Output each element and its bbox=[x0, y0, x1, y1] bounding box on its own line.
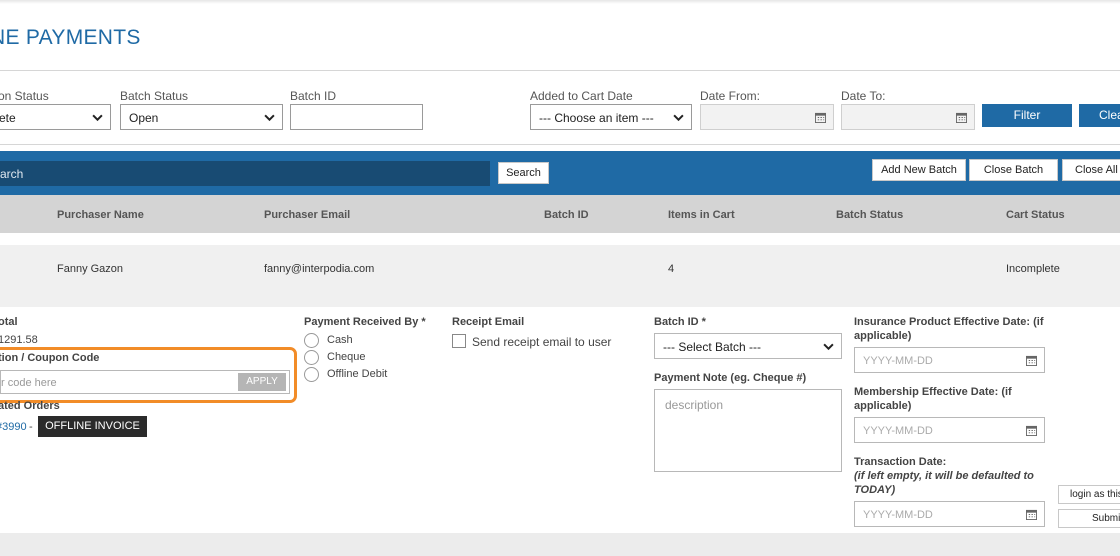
search-input[interactable]: arch bbox=[0, 161, 490, 186]
cell-cart-status: Incomplete bbox=[1006, 263, 1060, 275]
top-shadow bbox=[0, 0, 1120, 4]
option-status-label: on Status bbox=[0, 89, 49, 103]
added-to-cart-date-label: Added to Cart Date bbox=[530, 89, 633, 103]
cell-purchaser-email: fanny@interpodia.com bbox=[264, 263, 375, 275]
column-header-purchaser-name[interactable]: Purchaser Name bbox=[57, 209, 144, 221]
chevron-down-icon bbox=[823, 343, 834, 351]
send-receipt-checkbox[interactable] bbox=[452, 334, 466, 348]
cell-purchaser-name: Fanny Gazon bbox=[57, 263, 124, 275]
transaction-date-label: Transaction Date: bbox=[854, 456, 947, 468]
coupon-code-label: tion / Coupon Code bbox=[0, 352, 100, 364]
total-label: otal bbox=[0, 316, 18, 328]
close-all-batches-button[interactable]: Close All B bbox=[1062, 159, 1120, 181]
filter-button[interactable]: Filter bbox=[982, 104, 1072, 127]
payment-note-textarea[interactable]: description bbox=[654, 389, 842, 472]
divider bbox=[0, 70, 1120, 71]
payment-received-by-label: Payment Received By * bbox=[304, 316, 426, 328]
date-placeholder: YYYY-MM-DD bbox=[863, 509, 933, 521]
option-status-value: ete bbox=[0, 111, 16, 125]
calendar-icon bbox=[815, 112, 826, 123]
date-to-label: Date To: bbox=[841, 89, 886, 103]
send-receipt-label: Send receipt email to user bbox=[472, 335, 612, 349]
login-as-user-button[interactable]: login as this bbox=[1058, 485, 1120, 504]
order-link[interactable]: #3990 bbox=[0, 421, 27, 433]
batch-status-value: Open bbox=[129, 111, 159, 125]
date-from-label: Date From: bbox=[700, 89, 761, 103]
table-row[interactable] bbox=[0, 245, 1120, 307]
offline-invoice-badge[interactable]: OFFLINE INVOICE bbox=[38, 416, 147, 437]
calendar-icon bbox=[956, 112, 967, 123]
chevron-down-icon bbox=[92, 114, 103, 122]
chevron-down-icon bbox=[673, 114, 684, 122]
batch-select-value: --- Select Batch --- bbox=[663, 340, 762, 354]
insurance-date-label: Insurance Product Effective Date: (if bbox=[854, 316, 1044, 328]
option-status-select[interactable]: ete bbox=[0, 104, 111, 130]
column-header-batch-id[interactable]: Batch ID bbox=[544, 209, 589, 221]
radio-cash[interactable] bbox=[304, 333, 319, 348]
added-to-cart-date-select[interactable]: --- Choose an item --- bbox=[530, 104, 692, 130]
transaction-date-input[interactable]: YYYY-MM-DD bbox=[854, 501, 1045, 527]
date-placeholder: YYYY-MM-DD bbox=[863, 355, 933, 367]
calendar-icon bbox=[1026, 425, 1037, 436]
date-to-input[interactable] bbox=[841, 104, 975, 130]
column-header-cart-status[interactable]: Cart Status bbox=[1006, 209, 1065, 221]
apply-coupon-button[interactable]: APPLY bbox=[238, 373, 286, 391]
submit-button[interactable]: Submi bbox=[1058, 509, 1120, 528]
insurance-date-input[interactable]: YYYY-MM-DD bbox=[854, 347, 1045, 373]
calendar-icon bbox=[1026, 509, 1037, 520]
divider bbox=[0, 144, 1120, 145]
page-title: NE PAYMENTS bbox=[0, 26, 141, 49]
batch-select[interactable]: --- Select Batch --- bbox=[654, 333, 842, 359]
batch-status-label: Batch Status bbox=[120, 89, 189, 103]
order-separator: - bbox=[29, 421, 33, 433]
clear-button[interactable]: Clea bbox=[1079, 104, 1120, 127]
radio-cheque[interactable] bbox=[304, 350, 319, 365]
column-header-purchaser-email[interactable]: Purchaser Email bbox=[264, 209, 350, 221]
calendar-icon bbox=[1026, 355, 1037, 366]
cell-items-in-cart: 4 bbox=[668, 263, 675, 275]
detail-batch-id-label: Batch ID * bbox=[654, 316, 706, 328]
membership-date-label-2: applicable) bbox=[854, 400, 912, 412]
batch-id-label: Batch ID bbox=[290, 89, 337, 103]
radio-cash-label: Cash bbox=[327, 334, 353, 346]
batch-id-input[interactable] bbox=[290, 104, 423, 130]
radio-cheque-label: Cheque bbox=[327, 351, 366, 363]
receipt-email-label: Receipt Email bbox=[452, 316, 525, 328]
insurance-date-label-2: applicable) bbox=[854, 330, 912, 342]
footer-area bbox=[0, 533, 1120, 556]
column-header-batch-status[interactable]: Batch Status bbox=[836, 209, 903, 221]
transaction-date-note-2: TODAY) bbox=[854, 484, 896, 496]
date-placeholder: YYYY-MM-DD bbox=[863, 425, 933, 437]
radio-offline-debit-label: Offline Debit bbox=[327, 368, 388, 380]
search-button[interactable]: Search bbox=[498, 162, 549, 184]
batch-status-select[interactable]: Open bbox=[120, 104, 283, 130]
transaction-date-note: (if left empty, it will be defaulted to bbox=[854, 470, 1034, 482]
date-from-input[interactable] bbox=[700, 104, 834, 130]
added-to-cart-date-value: --- Choose an item --- bbox=[539, 111, 654, 125]
add-new-batch-button[interactable]: Add New Batch bbox=[872, 159, 966, 181]
membership-date-label: Membership Effective Date: (if bbox=[854, 386, 1012, 398]
radio-offline-debit[interactable] bbox=[304, 367, 319, 382]
related-orders-label: ated Orders bbox=[0, 400, 60, 412]
total-value: 1291.58 bbox=[0, 334, 38, 346]
column-header-items-in-cart[interactable]: Items in Cart bbox=[668, 209, 735, 221]
payment-note-label: Payment Note (eg. Cheque #) bbox=[654, 372, 807, 384]
chevron-down-icon bbox=[264, 114, 275, 122]
membership-date-input[interactable]: YYYY-MM-DD bbox=[854, 417, 1045, 443]
close-batch-button[interactable]: Close Batch bbox=[969, 159, 1058, 181]
